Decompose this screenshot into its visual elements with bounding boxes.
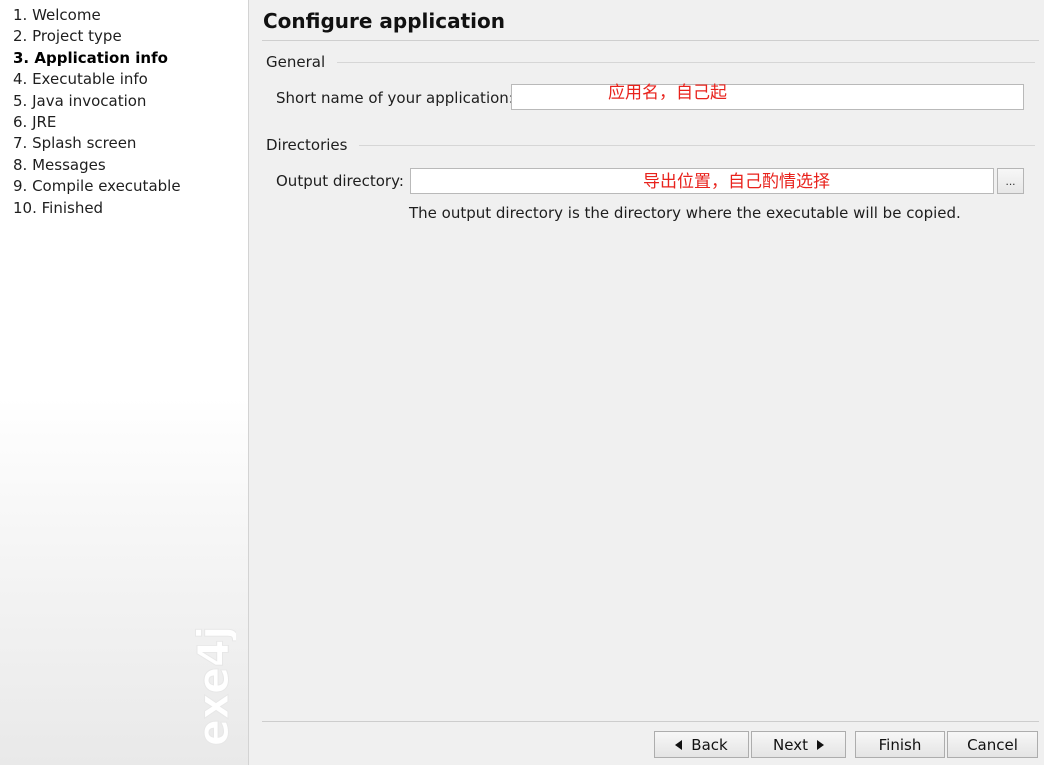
steps-list: 1. Welcome 2. Project type 3. Applicatio… bbox=[0, 0, 248, 219]
step-compile-executable[interactable]: 9. Compile executable bbox=[13, 176, 248, 197]
step-splash-screen[interactable]: 7. Splash screen bbox=[13, 133, 248, 154]
exe4j-wizard-window: 1. Welcome 2. Project type 3. Applicatio… bbox=[0, 0, 1044, 765]
finish-button-label: Finish bbox=[878, 735, 922, 754]
triangle-right-icon bbox=[816, 739, 824, 750]
cancel-button[interactable]: Cancel bbox=[947, 731, 1038, 758]
output-directory-label: Output directory: bbox=[276, 172, 404, 190]
next-button-label: Next bbox=[773, 735, 808, 754]
short-name-input[interactable] bbox=[511, 84, 1024, 110]
output-directory-hint: The output directory is the directory wh… bbox=[409, 204, 961, 222]
step-java-invocation[interactable]: 5. Java invocation bbox=[13, 91, 248, 112]
cancel-button-label: Cancel bbox=[967, 735, 1018, 754]
wizard-steps-sidebar: 1. Welcome 2. Project type 3. Applicatio… bbox=[0, 0, 249, 765]
step-application-info[interactable]: 3. Application info bbox=[13, 48, 248, 69]
directories-section-divider bbox=[266, 145, 1035, 146]
exe4j-logo-text: exe4j bbox=[190, 626, 236, 746]
step-executable-info[interactable]: 4. Executable info bbox=[13, 69, 248, 90]
title-divider bbox=[262, 40, 1039, 41]
browse-output-directory-button[interactable]: ... bbox=[997, 168, 1024, 194]
short-name-label: Short name of your application: bbox=[276, 89, 514, 107]
directories-section-label: Directories bbox=[266, 135, 360, 155]
next-button[interactable]: Next bbox=[751, 731, 846, 758]
step-messages[interactable]: 8. Messages bbox=[13, 155, 248, 176]
exe4j-logo: exe4j bbox=[190, 622, 236, 748]
general-section-label: General bbox=[266, 52, 338, 72]
triangle-left-icon bbox=[675, 739, 683, 750]
step-project-type[interactable]: 2. Project type bbox=[13, 26, 248, 47]
back-button[interactable]: Back bbox=[654, 731, 749, 758]
page-title: Configure application bbox=[263, 9, 506, 33]
general-section-divider bbox=[266, 62, 1035, 63]
back-button-label: Back bbox=[691, 735, 728, 754]
step-finished[interactable]: 10. Finished bbox=[13, 198, 248, 219]
footer-divider bbox=[262, 721, 1039, 722]
short-name-annotation: 应用名，自己起 bbox=[608, 83, 727, 103]
step-welcome[interactable]: 1. Welcome bbox=[13, 5, 248, 26]
step-jre[interactable]: 6. JRE bbox=[13, 112, 248, 133]
output-directory-annotation: 导出位置，自己酌情选择 bbox=[643, 172, 830, 192]
finish-button[interactable]: Finish bbox=[855, 731, 945, 758]
configure-application-panel: Configure application General Short name… bbox=[250, 0, 1044, 765]
